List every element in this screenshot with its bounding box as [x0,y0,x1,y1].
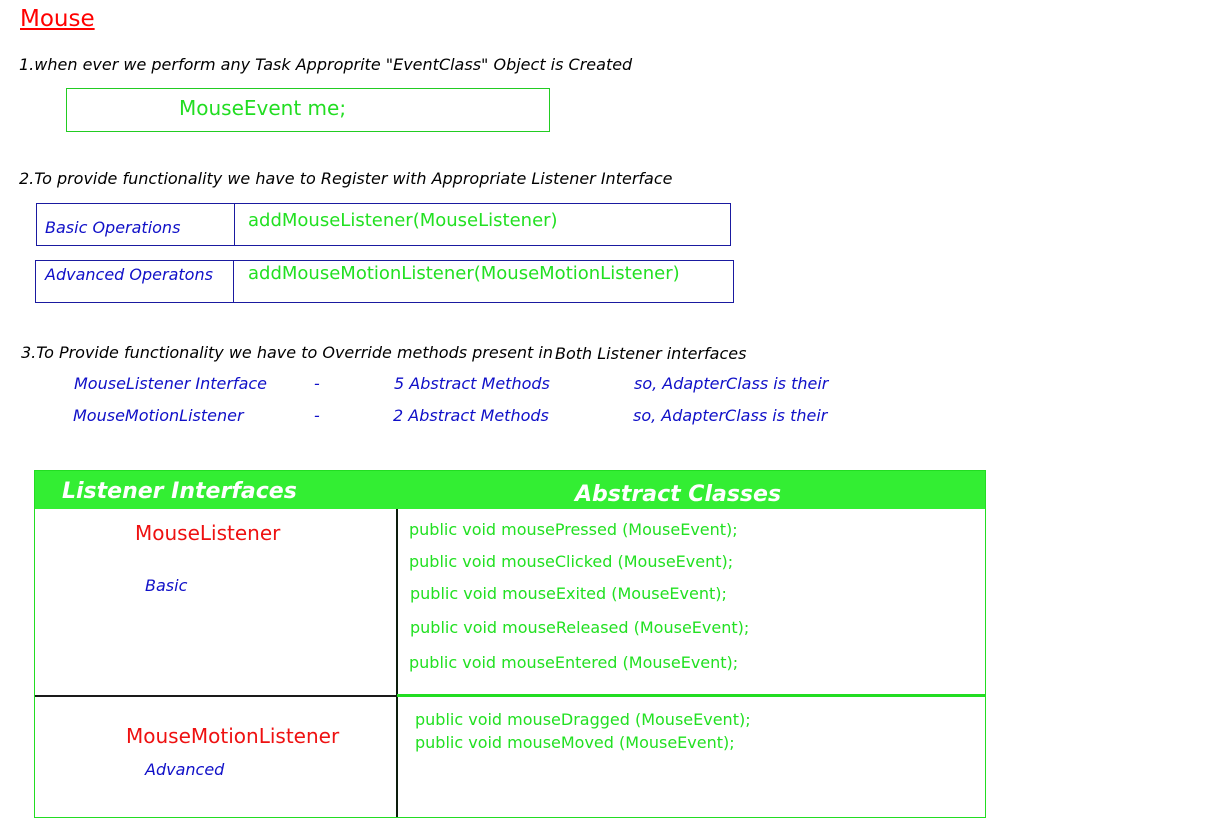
step-3-text-suffix: Both Listener interfaces [555,344,747,363]
advanced-operations-row: Advanced Operatons addMouseMotionListene… [35,260,734,303]
step-2-text: 2.To provide functionality we have to Re… [19,169,673,188]
listener-line-name: MouseListener Interface [74,374,268,393]
method-signature: public void mouseDragged (MouseEvent); [415,710,751,729]
listener-line-note: so, AdapterClass is their [633,406,828,425]
interface-name: MouseListener [135,521,281,545]
table-row-divider [397,694,985,697]
interface-kind: Advanced [145,760,225,779]
event-object-code: MouseEvent me; [179,96,347,120]
table-row-divider [35,695,397,697]
interface-name: MouseMotionListener [126,724,340,748]
method-signature: public void mouseClicked (MouseEvent); [409,552,734,571]
listener-line-dash: - [314,374,320,393]
listener-line-count: 5 Abstract Methods [394,374,550,393]
listener-line-name: MouseMotionListener [73,406,244,425]
basic-operations-label: Basic Operations [45,218,181,237]
listener-line-dash: - [314,406,320,425]
advanced-operations-label: Advanced Operatons [45,265,213,284]
listener-line-note: so, AdapterClass is their [634,374,829,393]
header-abstract-classes: Abstract Classes [575,482,782,507]
method-signature: public void mouseReleased (MouseEvent); [410,618,750,637]
step-1-text: 1.when ever we perform any Task Appropri… [19,55,633,74]
method-signature: public void mousePressed (MouseEvent); [409,520,738,539]
method-signature: public void mouseMoved (MouseEvent); [415,733,735,752]
method-signature: public void mouseEntered (MouseEvent); [409,653,739,672]
listener-table: Listener Interfaces Abstract Classes Mou… [34,470,986,818]
step-3-text: 3.To Provide functionality we have to Ov… [21,343,553,362]
method-signature: public void mouseExited (MouseEvent); [410,584,727,603]
event-object-box: MouseEvent me; [66,88,550,132]
header-listener-interfaces: Listener Interfaces [62,479,297,504]
table-column-divider [396,509,398,817]
add-mouse-motion-listener-method: addMouseMotionListener(MouseMotionListen… [248,263,680,284]
page-title: Mouse [20,6,95,32]
basic-operations-row: Basic Operations addMouseListener(MouseL… [36,203,731,246]
table-header: Listener Interfaces Abstract Classes [35,471,985,509]
listener-line-count: 2 Abstract Methods [393,406,549,425]
add-mouse-listener-method: addMouseListener(MouseListener) [248,210,558,231]
interface-kind: Basic [145,576,188,595]
